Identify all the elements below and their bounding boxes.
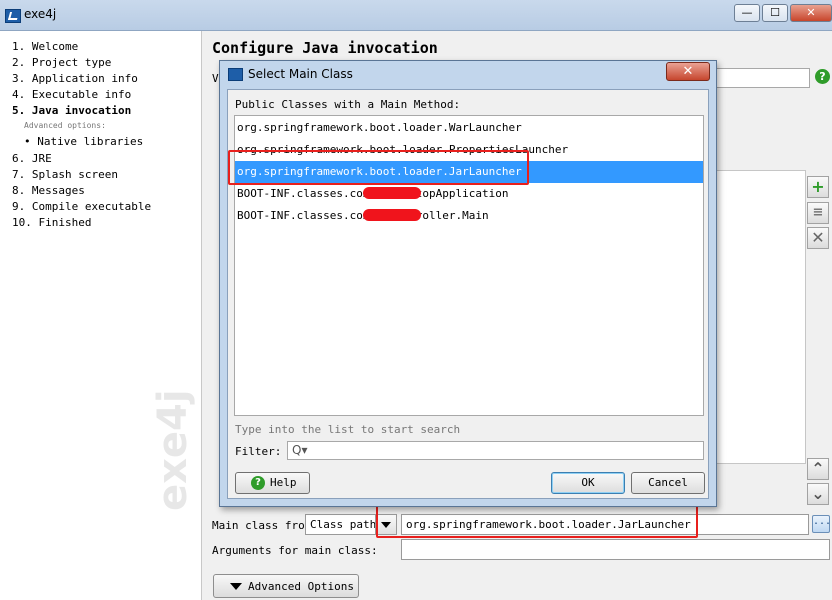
select-main-class-dialog: Select Main Class ✕ Public Classes with … (219, 60, 717, 507)
arguments-field[interactable] (401, 539, 830, 560)
highlight-box-main-class (376, 503, 698, 538)
dialog-title: Select Main Class (248, 67, 353, 81)
list-item[interactable]: org.springframework.boot.loader.WarLaunc… (235, 117, 703, 139)
move-down-button[interactable]: ⌄ (807, 483, 829, 505)
edit-classpath-button[interactable]: ≡ (807, 202, 829, 224)
window-title: exe4j (24, 7, 57, 21)
filter-label: Filter: (235, 445, 282, 458)
advanced-options-button-label: Advanced Options (248, 580, 354, 593)
vm-parameters-label: V (212, 72, 219, 85)
wizard-steps-sidebar: 1. Welcome 2. Project type 3. Applicatio… (0, 31, 202, 600)
close-button[interactable]: ✕ (790, 4, 832, 22)
step-finished[interactable]: 10. Finished (12, 216, 91, 229)
advanced-options-label: Advanced options: (24, 121, 106, 130)
move-up-button[interactable]: ⌃ (807, 458, 829, 480)
step-messages[interactable]: 8. Messages (12, 184, 85, 197)
vm-parameters-field[interactable] (712, 68, 810, 88)
triangle-down-icon (230, 583, 242, 590)
main-class-source-value: Class path (310, 518, 377, 531)
step-jre[interactable]: 6. JRE (12, 152, 52, 165)
arguments-label: Arguments for main class: (212, 544, 378, 557)
delete-classpath-button[interactable]: ✕ (807, 227, 829, 249)
search-icon[interactable]: Q▾ (292, 443, 307, 457)
step-executable-info[interactable]: 4. Executable info (12, 88, 131, 101)
help-icon[interactable]: ? (815, 69, 830, 84)
exe4j-watermark: exe4j (150, 389, 196, 511)
step-java-invocation[interactable]: 5. Java invocation (12, 104, 131, 117)
list-item[interactable]: BOOT-INF.classes.com. .controller.Main (235, 205, 703, 227)
filter-input[interactable]: Q▾ (287, 441, 704, 460)
browse-main-class-button[interactable]: ... (812, 515, 831, 533)
redaction-mark (363, 187, 421, 199)
main-class-label: Main class from (212, 519, 312, 532)
window-title-bar: exe4j — ☐ ✕ (0, 0, 832, 31)
step-compile-executable[interactable]: 9. Compile executable (12, 200, 151, 213)
minimize-button[interactable]: — (734, 4, 760, 22)
list-item[interactable]: BOOT-INF.classes.com. .DesktopApplicatio… (235, 183, 703, 205)
step-native-libraries[interactable]: • Native libraries (24, 135, 143, 148)
dialog-close-button[interactable]: ✕ (666, 62, 710, 81)
classes-caption: Public Classes with a Main Method: (235, 98, 461, 111)
highlight-box-selected-class (228, 150, 529, 185)
help-button-label: Help (270, 476, 297, 489)
step-project-type[interactable]: 2. Project type (12, 56, 111, 69)
redaction-mark (363, 209, 421, 221)
maximize-button[interactable]: ☐ (762, 4, 788, 22)
step-splash-screen[interactable]: 7. Splash screen (12, 168, 118, 181)
app-icon (228, 68, 243, 81)
step-welcome[interactable]: 1. Welcome (12, 40, 78, 53)
app-icon (5, 9, 21, 23)
classpath-list[interactable] (712, 170, 806, 464)
step-application-info[interactable]: 3. Application info (12, 72, 138, 85)
add-classpath-button[interactable]: + (807, 176, 829, 198)
page-title: Configure Java invocation (212, 39, 438, 57)
ok-button[interactable]: OK (551, 472, 625, 494)
dialog-title-bar: Select Main Class ✕ (220, 61, 716, 89)
help-button[interactable]: ? Help (235, 472, 310, 494)
help-icon: ? (251, 476, 265, 490)
cancel-button[interactable]: Cancel (631, 472, 705, 494)
advanced-options-button[interactable]: Advanced Options (213, 574, 359, 598)
search-hint: Type into the list to start search (235, 423, 461, 436)
